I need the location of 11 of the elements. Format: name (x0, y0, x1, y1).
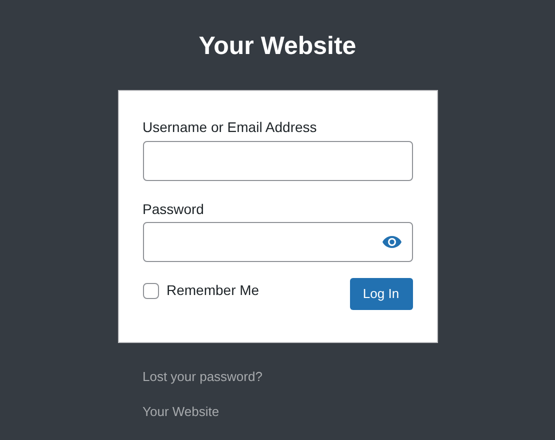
lost-password-link[interactable]: Lost your password? (142, 369, 262, 384)
login-button[interactable]: Log In (350, 278, 412, 310)
eye-icon[interactable] (382, 235, 402, 249)
username-label: Username or Email Address (142, 118, 318, 136)
password-field[interactable] (142, 222, 412, 262)
site-title: Your Website (198, 31, 356, 62)
password-label: Password (142, 200, 205, 218)
remember-label: Remember Me (166, 281, 260, 300)
username-field[interactable] (142, 141, 412, 181)
site-link[interactable]: Your Website (142, 404, 220, 419)
remember-checkbox[interactable] (142, 282, 158, 298)
